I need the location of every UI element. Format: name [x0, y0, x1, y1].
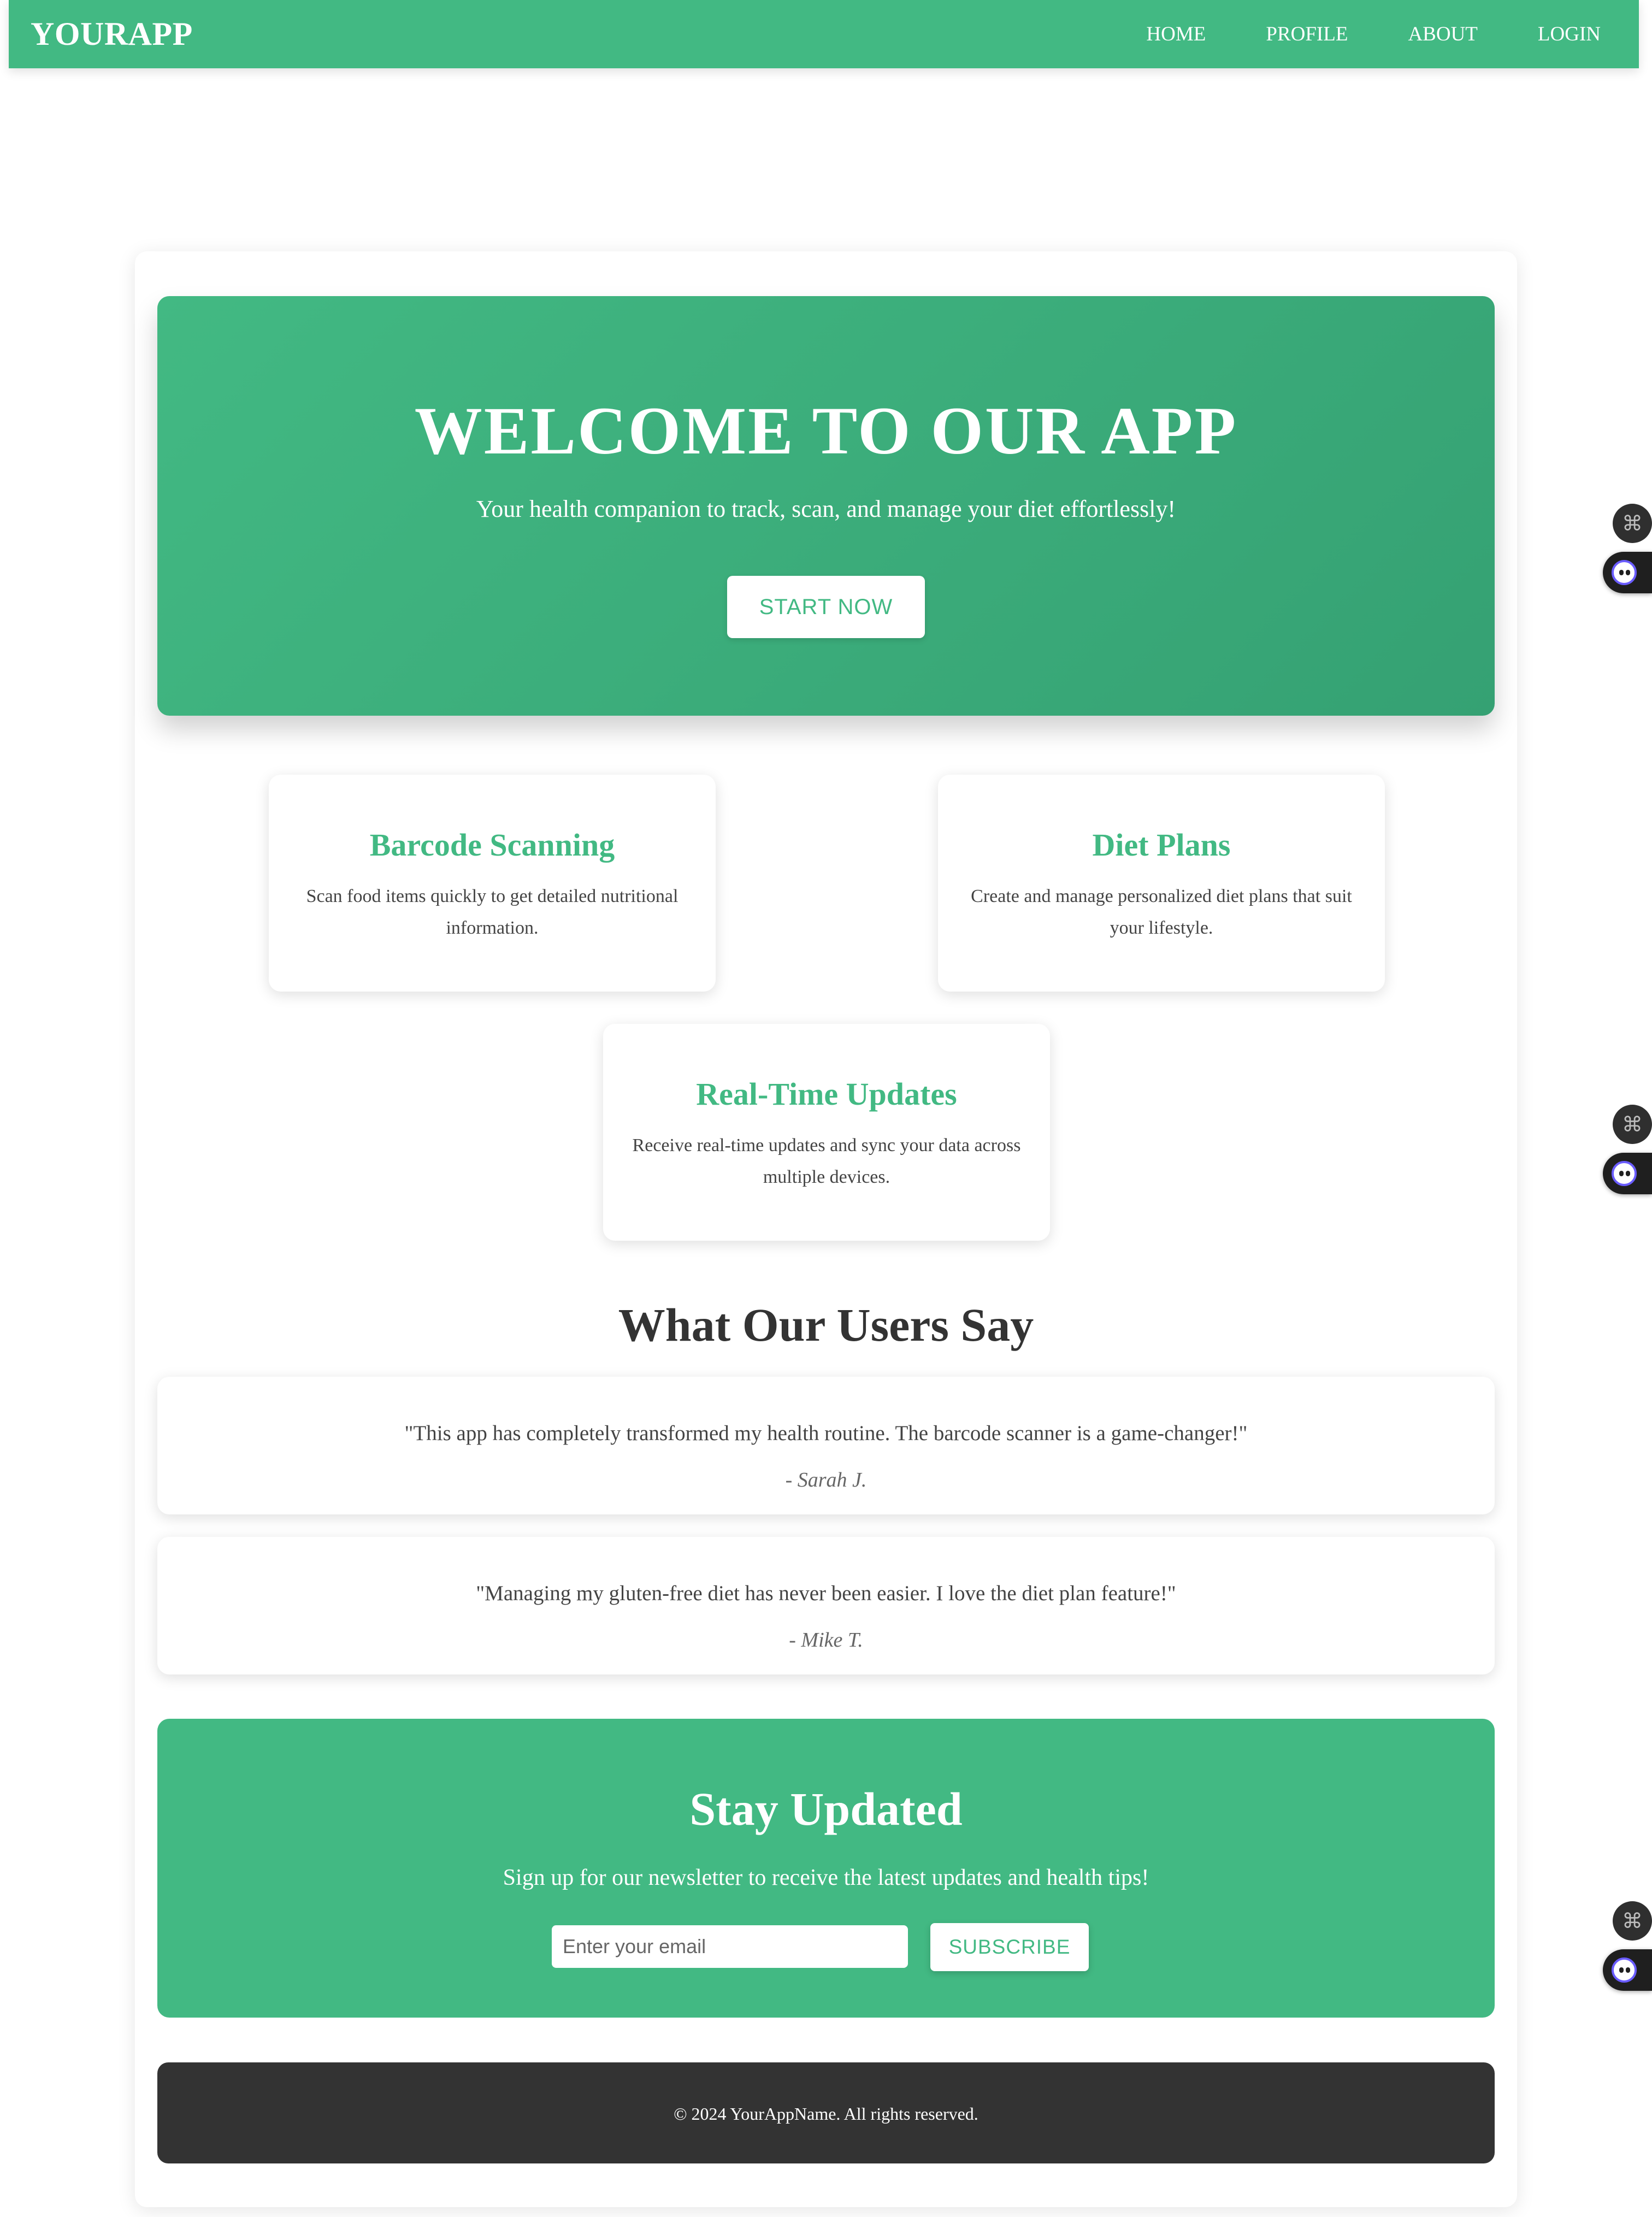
nav-link-profile[interactable]: PROFILE: [1266, 22, 1348, 46]
hero-banner: WELCOME TO OUR APP Your health companion…: [157, 296, 1495, 716]
floating-widget-group: ⌘: [1603, 504, 1652, 594]
assistant-bot-button[interactable]: [1603, 1153, 1652, 1194]
feature-description: Scan food items quickly to get detailed …: [306, 886, 678, 938]
copyright-text: © 2024 YourAppName. All rights reserved.: [674, 2104, 978, 2124]
main-container: WELCOME TO OUR APP Your health companion…: [135, 251, 1517, 2207]
email-input[interactable]: [552, 1925, 908, 1968]
command-icon[interactable]: ⌘: [1613, 1105, 1652, 1144]
feature-card-barcode-scanning: Barcode Scanning Scan food items quickly…: [269, 775, 716, 992]
assistant-bot-icon: [1612, 1161, 1637, 1186]
assistant-bot-button[interactable]: [1603, 552, 1652, 593]
feature-card-diet-plans: Diet Plans Create and manage personalize…: [938, 775, 1385, 992]
floating-widget-group: ⌘: [1603, 1901, 1652, 1991]
testimonials-title: What Our Users Say: [618, 1299, 1034, 1351]
newsletter-subtitle: Sign up for our newsletter to receive th…: [503, 1865, 1149, 1890]
testimonial-quote: "This app has completely transformed my …: [404, 1422, 1248, 1445]
footer: © 2024 YourAppName. All rights reserved.: [157, 2062, 1495, 2163]
testimonial-author: - Mike T.: [789, 1629, 863, 1652]
feature-description: Receive real-time updates and sync your …: [632, 1135, 1021, 1187]
newsletter-section: Stay Updated Sign up for our newsletter …: [157, 1719, 1495, 2018]
brand-logo[interactable]: YOURAPP: [31, 15, 193, 53]
assistant-bot-button[interactable]: [1603, 1949, 1652, 1991]
testimonial-quote: "Managing my gluten-free diet has never …: [476, 1582, 1176, 1605]
navbar: YOURAPP HOME PROFILE ABOUT LOGIN: [9, 0, 1639, 68]
nav-link-login[interactable]: LOGIN: [1538, 22, 1601, 46]
assistant-bot-icon: [1612, 560, 1637, 585]
testimonial-card: "Managing my gluten-free diet has never …: [157, 1537, 1495, 1674]
command-icon[interactable]: ⌘: [1613, 1901, 1652, 1941]
testimonial-author: - Sarah J.: [785, 1469, 867, 1491]
feature-card-real-time-updates: Real-Time Updates Receive real-time upda…: [603, 1024, 1050, 1241]
hero-title: WELCOME TO OUR APP: [414, 393, 1238, 468]
assistant-bot-icon: [1612, 1957, 1637, 1983]
feature-title: Diet Plans: [1092, 827, 1231, 863]
feature-title: Barcode Scanning: [369, 827, 615, 863]
start-now-button[interactable]: START NOW: [727, 576, 925, 638]
nav-link-about[interactable]: ABOUT: [1408, 22, 1477, 46]
nav-link-home[interactable]: HOME: [1146, 22, 1206, 46]
hero-subtitle: Your health companion to track, scan, an…: [476, 496, 1176, 522]
subscribe-button[interactable]: SUBSCRIBE: [930, 1923, 1089, 1971]
nav-links: HOME PROFILE ABOUT LOGIN: [1146, 22, 1601, 46]
newsletter-title: Stay Updated: [689, 1783, 963, 1835]
testimonial-card: "This app has completely transformed my …: [157, 1377, 1495, 1514]
feature-description: Create and manage personalized diet plan…: [971, 886, 1352, 938]
feature-title: Real-Time Updates: [696, 1076, 957, 1112]
command-icon[interactable]: ⌘: [1613, 504, 1652, 543]
floating-widget-group: ⌘: [1603, 1105, 1652, 1195]
